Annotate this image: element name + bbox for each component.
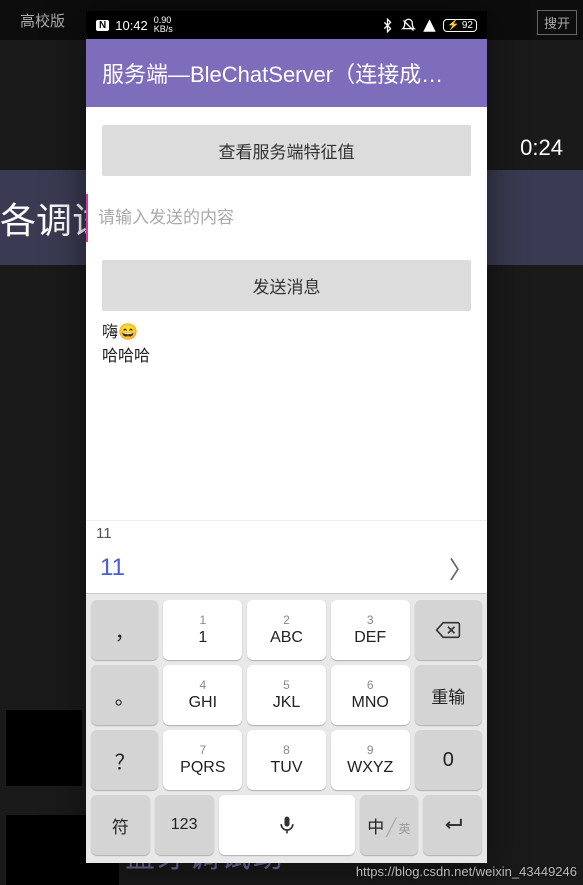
message-input[interactable] (86, 194, 487, 242)
bluetooth-icon (380, 18, 395, 33)
chat-message: 嗨😄 (102, 321, 471, 345)
return-icon (442, 815, 464, 835)
chat-log: 嗨😄 哈哈哈 (86, 311, 487, 520)
key-7-pqrs[interactable]: 7PQRS (163, 730, 242, 790)
bg-nav-item[interactable]: 高校版 (0, 10, 85, 31)
bg-thumbnail (6, 710, 82, 786)
key-1[interactable]: 11 (163, 600, 242, 660)
microphone-icon (277, 815, 297, 835)
bg-time-overlay: 0:24 (520, 135, 563, 161)
key-reinput[interactable]: 重输 (415, 665, 482, 725)
key-3-def[interactable]: 3DEF (331, 600, 410, 660)
status-net-speed: 0.90 KB/s (154, 16, 173, 35)
backspace-icon (435, 620, 461, 640)
key-5-jkl[interactable]: 5JKL (247, 665, 326, 725)
key-mic[interactable] (219, 795, 355, 855)
status-badge: N (96, 20, 109, 31)
key-comma[interactable]: ， (91, 600, 158, 660)
status-bar: N 10:42 0.90 KB/s ⚡ 92 (86, 11, 487, 39)
key-6-mno[interactable]: 6MNO (331, 665, 410, 725)
key-period[interactable]: 。 (91, 665, 158, 725)
key-123[interactable]: 123 (155, 795, 214, 855)
status-time: 10:42 (115, 18, 148, 33)
phone-screenshot: N 10:42 0.90 KB/s ⚡ 92 服务端—BleChatServer… (86, 11, 487, 863)
ime-candidate-small: 11 (86, 520, 487, 542)
app-title-bar: 服务端—BleChatServer（连接成… (86, 39, 487, 107)
signal-icon (422, 18, 437, 33)
ime-candidate[interactable]: 11 (100, 554, 125, 582)
bg-search-button[interactable]: 搜开 (537, 10, 577, 35)
key-enter[interactable] (423, 795, 482, 855)
key-8-tuv[interactable]: 8TUV (247, 730, 326, 790)
key-4-ghi[interactable]: 4GHI (163, 665, 242, 725)
chat-message: 哈哈哈 (102, 345, 471, 369)
t9-keyboard: ， 11 2ABC 3DEF 。 4GHI 5JKL 6MNO 重输 ？ 7PQ… (86, 593, 487, 863)
key-backspace[interactable] (415, 600, 482, 660)
candidate-expand-icon[interactable]: 〉 (449, 550, 473, 585)
app-body: 查看服务端特征值 发送消息 嗨😄 哈哈哈 11 (86, 107, 487, 542)
view-characteristics-button[interactable]: 查看服务端特征值 (102, 125, 471, 176)
ime-candidate-bar[interactable]: 11 〉 (86, 542, 487, 593)
key-symbol[interactable]: 符 (91, 795, 150, 855)
key-2-abc[interactable]: 2ABC (247, 600, 326, 660)
send-message-button[interactable]: 发送消息 (102, 260, 471, 311)
battery-indicator: ⚡ 92 (443, 19, 477, 32)
watermark: https://blog.csdn.net/weixin_43449246 (356, 864, 577, 879)
key-0[interactable]: 0 (415, 730, 482, 790)
key-9-wxyz[interactable]: 9WXYZ (331, 730, 410, 790)
key-lang-toggle[interactable]: 中 ╱ 英 (360, 795, 419, 855)
alarm-off-icon (401, 18, 416, 33)
key-question[interactable]: ？ (91, 730, 158, 790)
